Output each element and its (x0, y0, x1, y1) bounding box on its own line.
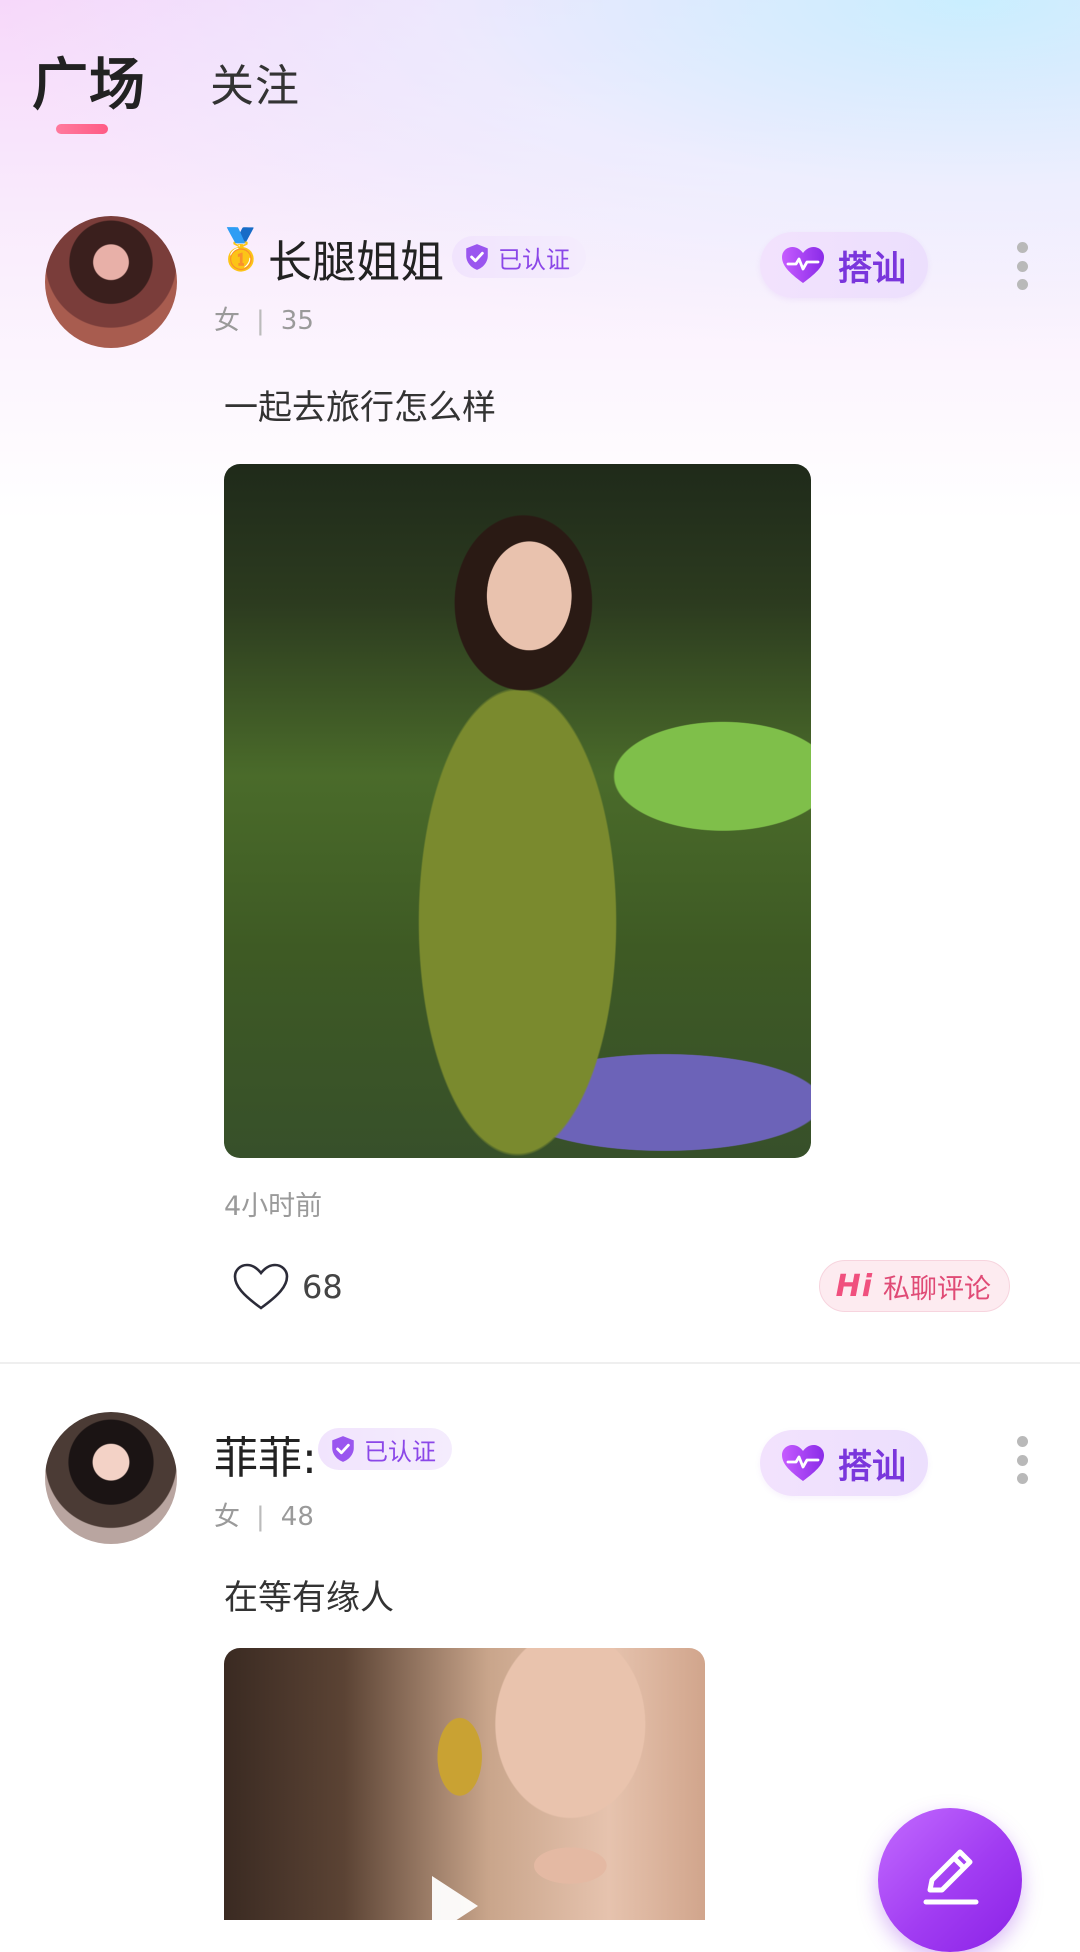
post-card: 🥇 长腿姐姐 已认证 女 | 35 搭讪 一起去旅行怎么样 4小时前 68 Hi 私… (0, 200, 1080, 1360)
pencil-icon (923, 1849, 979, 1905)
post-text: 在等有缘人 (224, 1578, 394, 1618)
post-photo[interactable] (224, 464, 811, 1158)
meta-separator: | (256, 306, 265, 336)
greet-label: 搭讪 (838, 248, 906, 289)
post-text: 一起去旅行怎么样 (224, 388, 496, 428)
age-label: 35 (280, 306, 314, 336)
avatar[interactable] (45, 1412, 177, 1544)
private-comment-button[interactable]: Hi 私聊评论 (818, 1260, 1010, 1312)
tab-following[interactable]: 关注 (210, 50, 300, 114)
verified-label: 已认证 (498, 245, 570, 274)
heartbeat-icon (782, 1445, 824, 1481)
hi-icon: Hi (835, 1268, 873, 1304)
meta-separator: | (256, 1502, 265, 1532)
private-comment-label: 私聊评论 (883, 1273, 991, 1305)
like-count: 68 (302, 1268, 343, 1306)
greet-button[interactable]: 搭讪 (760, 232, 928, 298)
greet-button[interactable]: 搭讪 (760, 1430, 928, 1496)
post-divider (0, 1362, 1080, 1364)
verified-badge: 已认证 (318, 1428, 452, 1470)
post-video-thumbnail[interactable] (224, 1648, 705, 1920)
verified-badge: 已认证 (452, 236, 586, 278)
shield-check-icon (332, 1436, 354, 1462)
more-options-icon[interactable] (1016, 242, 1028, 290)
more-options-icon[interactable] (1016, 1436, 1028, 1484)
post-time: 4小时前 (224, 1191, 323, 1222)
verified-label: 已认证 (364, 1437, 436, 1466)
user-meta: 女 | 48 (214, 1496, 314, 1533)
age-label: 48 (280, 1502, 314, 1532)
compose-post-button[interactable] (878, 1808, 1022, 1952)
play-icon[interactable] (432, 1876, 478, 1920)
gender-label: 女 (214, 1502, 241, 1532)
avatar[interactable] (45, 216, 177, 348)
heartbeat-icon (782, 247, 824, 283)
heart-outline-icon (233, 1263, 289, 1310)
shield-check-icon (466, 244, 488, 270)
active-tab-indicator (56, 124, 108, 134)
like-button[interactable]: 68 (232, 1262, 343, 1312)
user-name[interactable]: 长腿姐姐 (268, 226, 444, 290)
user-name[interactable]: 菲菲: (214, 1422, 317, 1486)
tab-square[interactable]: 广场 (32, 40, 146, 121)
greet-label: 搭讪 (838, 1446, 906, 1487)
gold-medal-icon: 🥇 (216, 227, 266, 273)
gender-label: 女 (214, 306, 241, 336)
user-meta: 女 | 35 (214, 300, 314, 337)
